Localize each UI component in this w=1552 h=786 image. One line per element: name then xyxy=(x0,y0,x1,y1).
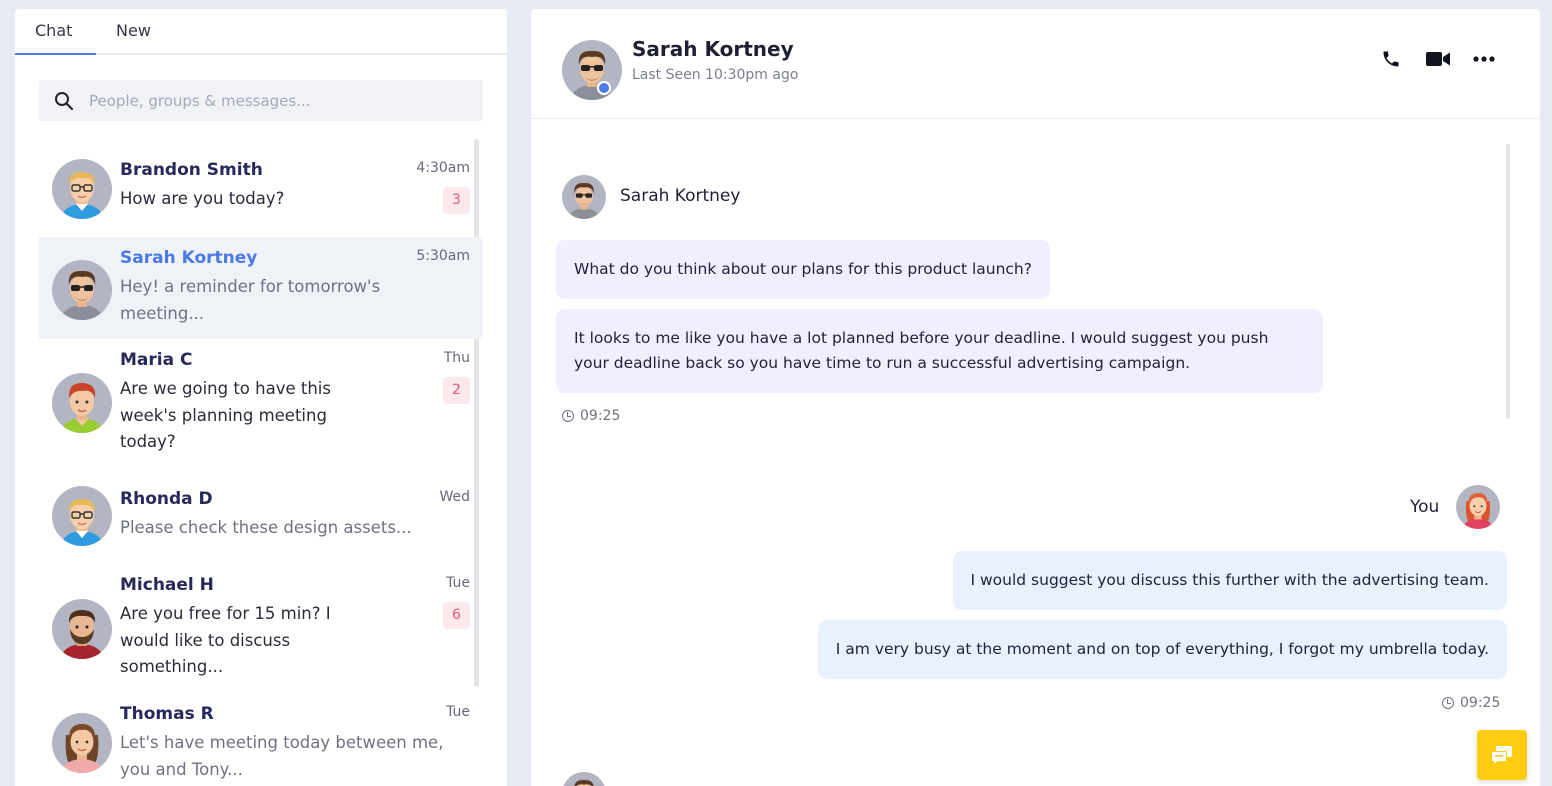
tab-new[interactable]: New xyxy=(116,21,151,40)
avatar xyxy=(52,159,112,219)
more-options-button[interactable] xyxy=(1469,47,1499,71)
messages-scrollbar[interactable] xyxy=(1506,144,1510,419)
conversation-item-thomas-r[interactable]: Thomas R Tue Let's have meeting today be… xyxy=(39,693,483,786)
conversation-panel: Chat New Brandon Smith 4:30am How are yo… xyxy=(15,9,507,786)
search-input[interactable] xyxy=(89,80,469,121)
phone-icon xyxy=(1383,51,1399,67)
contact-name: Sarah Kortney xyxy=(632,37,794,61)
timestamp-text: 09:25 xyxy=(580,408,621,424)
contact-name: Sarah Kortney xyxy=(120,248,258,268)
avatar xyxy=(52,260,112,320)
conversation-item-michael-h[interactable]: Michael H Tue Are you free for 15 min? I… xyxy=(39,565,483,693)
clock-icon xyxy=(1442,697,1454,709)
contact-name: Rhonda D xyxy=(120,489,213,509)
message-time: Tue xyxy=(446,704,470,720)
search-icon xyxy=(55,92,74,111)
my-avatar xyxy=(1456,485,1500,529)
message-timestamp: 09:25 xyxy=(1442,695,1500,711)
conversation-item-rhonda-d[interactable]: Rhonda D Wed Please check these design a… xyxy=(39,477,483,565)
message-time: 5:30am xyxy=(416,248,470,264)
conversation-item-brandon-smith[interactable]: Brandon Smith 4:30am How are you today? … xyxy=(39,140,483,236)
unread-badge: 3 xyxy=(443,187,470,214)
avatar xyxy=(52,599,112,659)
message-preview: Are we going to have this week's plannin… xyxy=(120,379,331,451)
contact-name: Maria C xyxy=(120,350,193,370)
sender-avatar xyxy=(562,175,606,219)
last-seen-status: Last Seen 10:30pm ago xyxy=(632,67,799,83)
message-preview: How are you today? xyxy=(120,189,285,208)
outgoing-message: I am very busy at the moment and on top … xyxy=(817,620,1507,679)
message-preview: Hey! a reminder for tomorrow's meeting..… xyxy=(120,277,381,323)
message-timestamp: 09:25 xyxy=(562,408,620,424)
contact-name: Thomas R xyxy=(120,704,214,724)
timestamp-text: 09:25 xyxy=(1460,695,1501,711)
search-box xyxy=(39,80,483,121)
tab-chat[interactable]: Chat xyxy=(35,21,72,40)
avatar xyxy=(52,373,112,433)
unread-badge: 2 xyxy=(443,377,470,404)
message-preview: Let's have meeting today between me, you… xyxy=(120,733,444,779)
clock-icon xyxy=(562,410,574,422)
sender-name: Sarah Kortney xyxy=(620,186,741,206)
active-tab-indicator xyxy=(15,53,96,55)
avatar xyxy=(52,713,112,773)
message-time: 4:30am xyxy=(416,160,470,176)
avatar xyxy=(52,486,112,546)
chat-bubble-icon xyxy=(1492,746,1512,764)
message-time: Tue xyxy=(446,575,470,591)
more-icon xyxy=(1473,56,1495,62)
online-status-dot xyxy=(597,81,611,95)
unread-badge: 6 xyxy=(443,602,470,629)
contact-name: Brandon Smith xyxy=(120,160,263,180)
message-time: Thu xyxy=(443,350,470,366)
tab-bar: Chat New xyxy=(15,9,507,55)
sender-name: You xyxy=(1410,497,1440,517)
chat-fab-button[interactable] xyxy=(1477,730,1527,780)
sender-avatar xyxy=(562,772,606,786)
chat-header: Sarah Kortney Last Seen 10:30pm ago xyxy=(531,9,1540,119)
contact-name: Michael H xyxy=(120,575,214,595)
message-preview: Please check these design assets... xyxy=(120,518,412,537)
incoming-message: What do you think about our plans for th… xyxy=(556,240,1050,299)
message-time: Wed xyxy=(439,489,470,505)
video-call-button[interactable] xyxy=(1423,47,1453,71)
conversation-item-sarah-kortney[interactable]: Sarah Kortney 5:30am Hey! a reminder for… xyxy=(39,237,483,339)
call-button[interactable] xyxy=(1376,47,1406,71)
incoming-message: It looks to me like you have a lot plann… xyxy=(556,309,1323,393)
message-preview: Are you free for 15 min? I would like to… xyxy=(120,604,331,676)
video-icon xyxy=(1426,52,1450,66)
outgoing-message: I would suggest you discuss this further… xyxy=(952,551,1507,610)
conversation-item-maria-c[interactable]: Maria C Thu Are we going to have this we… xyxy=(39,339,483,477)
chat-panel: Sarah Kortney Last Seen 10:30pm ago Sara… xyxy=(531,9,1540,786)
contact-avatar[interactable] xyxy=(562,40,622,100)
